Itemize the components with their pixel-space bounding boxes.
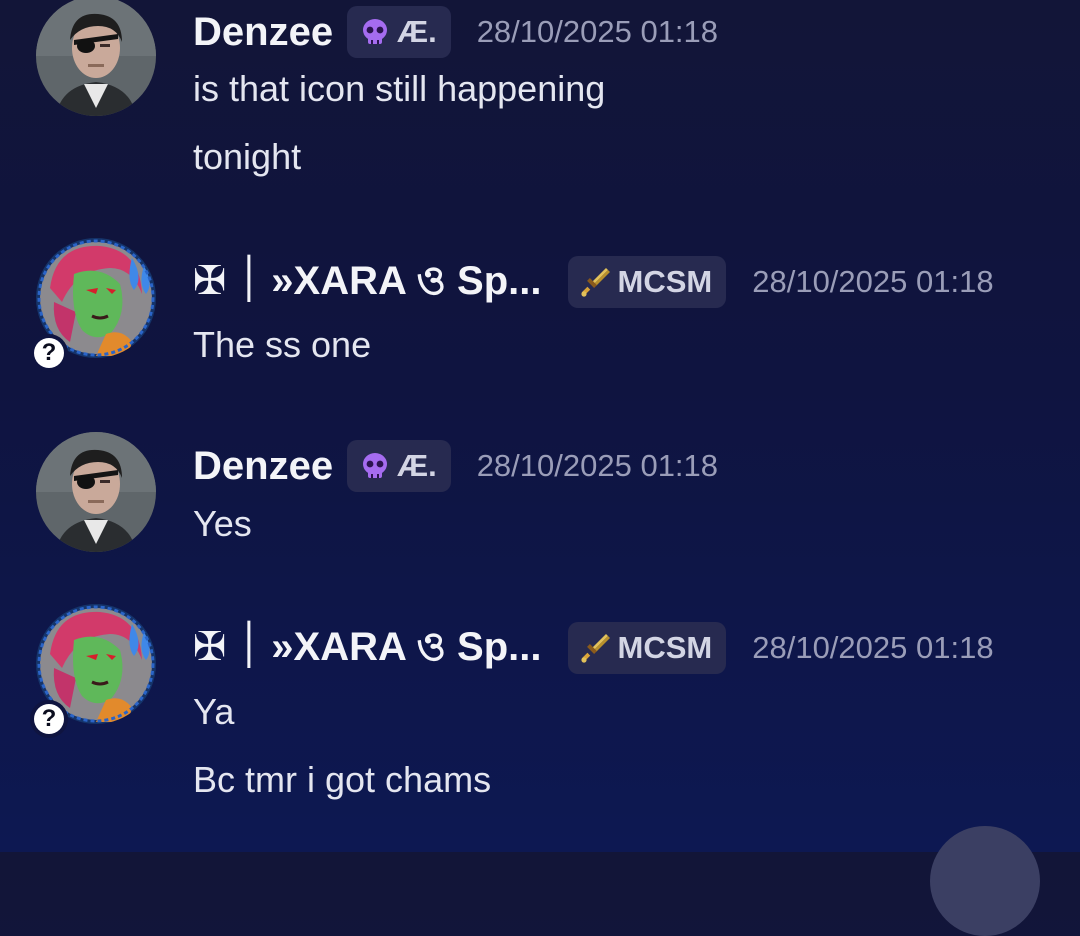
question-icon: ? [34, 704, 64, 734]
avatar[interactable] [36, 0, 156, 116]
timestamp: 28/10/2025 01:18 [752, 264, 994, 299]
username[interactable]: Denzee [193, 444, 333, 489]
message-text: The ss one [193, 324, 372, 365]
tag-label: Æ. [397, 448, 437, 483]
message-text: Ya [193, 691, 235, 732]
tag-label: Æ. [397, 14, 437, 49]
tag-label: MCSM [617, 264, 713, 299]
question-icon: ? [34, 338, 64, 368]
role-tag[interactable]: MCSM [567, 256, 727, 308]
status-badge: ? [30, 334, 68, 372]
username[interactable]: ✠ ׀ »XARA ও Sp... [193, 615, 542, 682]
timestamp: 28/10/2025 01:18 [476, 14, 719, 49]
message-header: ✠ ׀ »XARA ও Sp... MCSM 28/10/2025 01:18 [193, 254, 994, 310]
sword-icon [580, 266, 612, 298]
role-tag[interactable]: Æ. [347, 6, 451, 58]
sword-icon [580, 632, 612, 664]
role-tag[interactable]: Æ. [347, 440, 451, 492]
scroll-to-bottom-button[interactable] [930, 826, 1040, 936]
message-header: ✠ ׀ »XARA ও Sp... MCSM 28/10/2025 01:18 [193, 620, 994, 676]
message-text: is that icon still happening [193, 68, 606, 109]
message-text: tonight [193, 136, 302, 177]
status-badge: ? [30, 700, 68, 738]
tag-label: MCSM [617, 630, 713, 665]
avatar[interactable] [36, 432, 156, 552]
username[interactable]: Denzee [193, 10, 333, 55]
skull-icon [359, 450, 391, 482]
message-header: Denzee Æ. 28/10/2025 01:18 [193, 4, 718, 60]
skull-icon [359, 16, 391, 48]
username[interactable]: ✠ ׀ »XARA ও Sp... [193, 249, 542, 316]
message-text: Bc tmr i got chams [193, 759, 492, 800]
message-header: Denzee Æ. 28/10/2025 01:18 [193, 438, 718, 494]
timestamp: 28/10/2025 01:18 [476, 448, 719, 483]
timestamp: 28/10/2025 01:18 [752, 630, 994, 665]
message-text: Yes [193, 503, 252, 544]
role-tag[interactable]: MCSM [567, 622, 727, 674]
